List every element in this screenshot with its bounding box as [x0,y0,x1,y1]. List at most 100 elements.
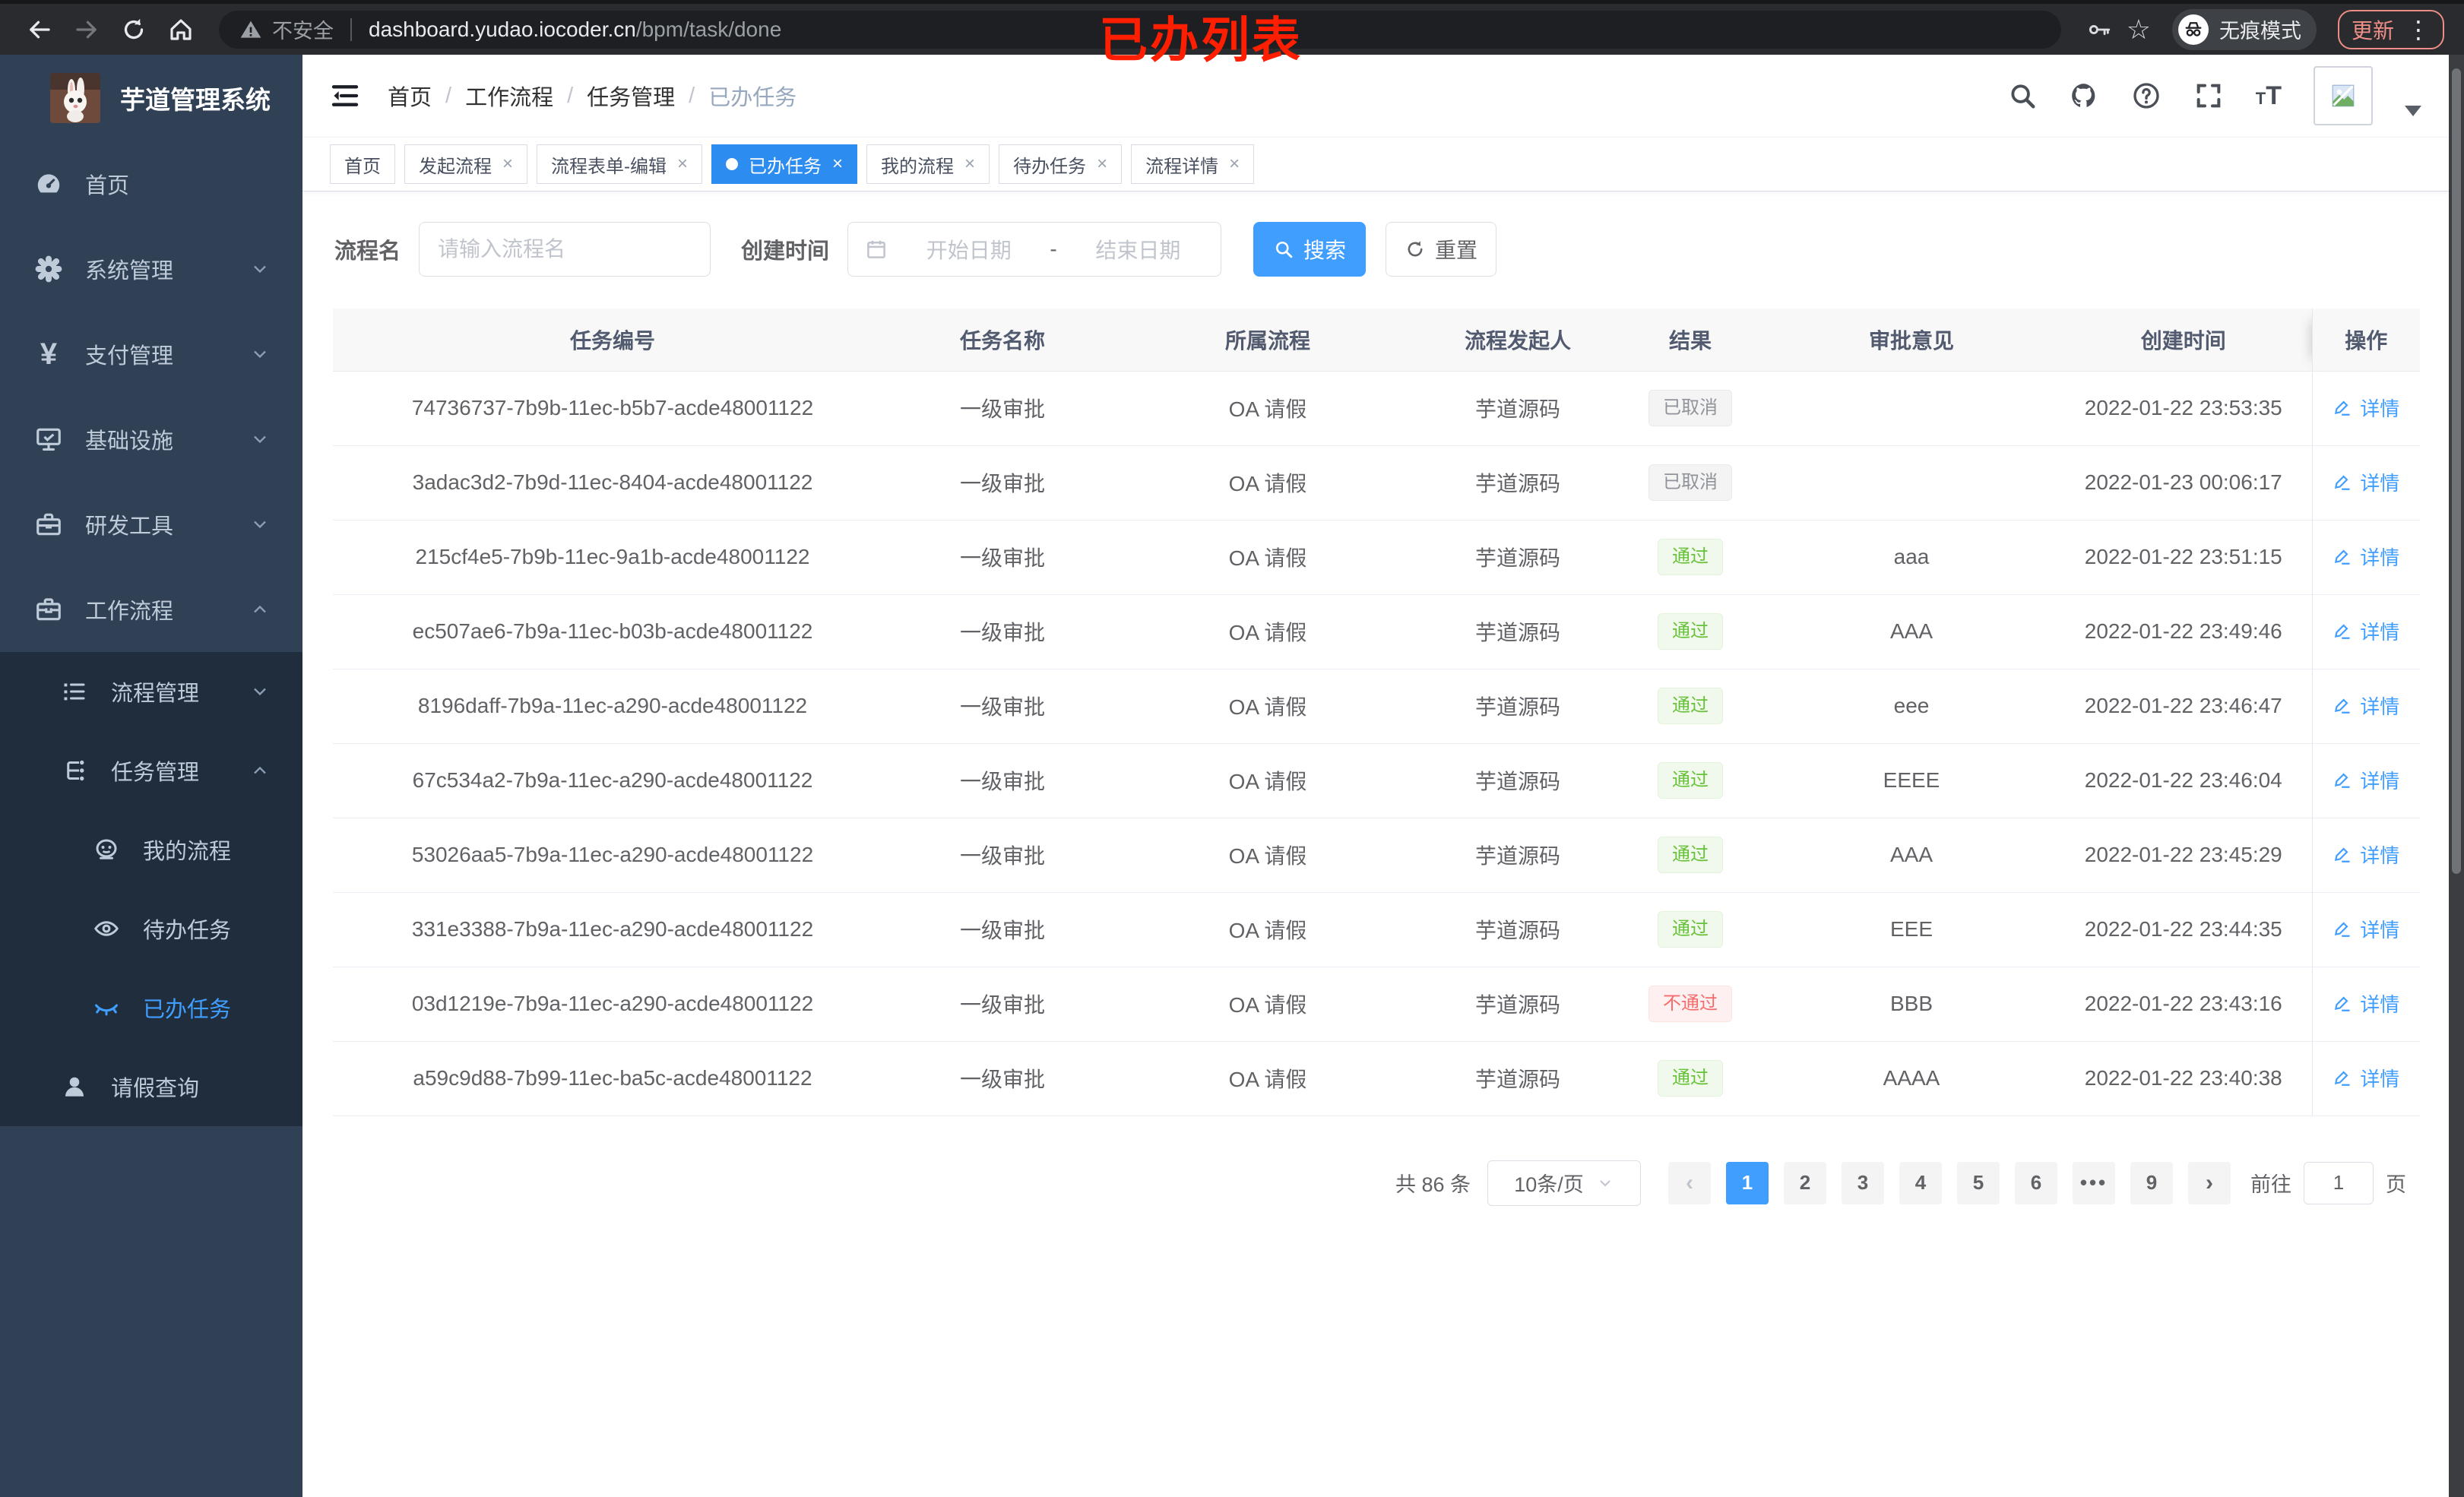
breadcrumb-separator: / [689,83,695,108]
start-date-placeholder[interactable]: 开始日期 [903,234,1034,264]
avatar[interactable] [2314,66,2373,125]
search-icon[interactable] [2008,81,2037,110]
password-key-icon[interactable] [2079,10,2119,49]
red-annotation: 已办列表 [1099,13,1303,68]
breadcrumb-item[interactable]: 首页 [388,80,432,112]
process-name-input[interactable] [419,222,711,277]
tab-todo-tasks[interactable]: 待办任务 × [999,144,1123,184]
more-pages-button[interactable]: ••• [2073,1161,2115,1204]
sidebar-item-dev-tools[interactable]: 研发工具 [0,482,302,567]
detail-link[interactable]: 详情 [2333,468,2399,496]
page-button-9[interactable]: 9 [2130,1161,2173,1204]
sidebar-item-todo-tasks[interactable]: 待办任务 [0,889,302,968]
page-button-5[interactable]: 5 [1957,1161,2000,1204]
close-icon[interactable]: × [1229,155,1240,173]
browser-reload-icon[interactable] [114,10,154,49]
close-icon[interactable]: × [964,155,975,173]
sidebar-item-done-tasks[interactable]: 已办任务 [0,968,302,1047]
tab-start-process[interactable]: 发起流程 × [404,144,528,184]
detail-link[interactable]: 详情 [2333,543,2399,571]
calendar-icon [865,238,888,261]
sidebar-item-workflow[interactable]: 工作流程 [0,567,302,652]
detail-link[interactable]: 详情 [2333,394,2399,422]
tab-form-edit[interactable]: 流程表单-编辑 × [537,144,703,184]
page-button-1[interactable]: 1 [1726,1161,1769,1204]
tab-home[interactable]: 首页 [330,144,395,184]
result-badge: 通过 [1658,538,1723,576]
close-icon[interactable]: × [832,155,843,173]
result-badge: 通过 [1658,1059,1723,1097]
breadcrumb-separator: / [567,83,574,108]
page-button-6[interactable]: 6 [2015,1161,2057,1204]
process-name-label: 流程名 [334,239,401,264]
detail-link[interactable]: 详情 [2333,617,2399,645]
close-icon[interactable]: × [502,155,513,173]
sidebar-item-label: 研发工具 [85,514,174,539]
main-area: 首页 / 工作流程 / 任务管理 / 已办任务 TT 首页 发起流程 × 流程表… [302,55,2449,1497]
sidebar-item-system[interactable]: 系统管理 [0,226,302,312]
detail-link[interactable]: 详情 [2333,915,2399,943]
table-row: 215cf4e5-7b9b-11ec-9a1b-acde48001122 一级审… [333,520,2420,595]
chevron-up-icon [243,760,277,781]
sidebar-item-infrastructure[interactable]: 基础设施 [0,397,302,482]
close-icon[interactable]: × [677,155,688,173]
bookmark-star-icon[interactable]: ☆ [2127,14,2151,46]
page-size-select[interactable]: 10条/页 [1487,1160,1641,1206]
incognito-icon [2177,14,2209,45]
detail-link[interactable]: 详情 [2333,766,2399,794]
browser-back-icon[interactable] [20,10,59,49]
fullscreen-icon[interactable] [2193,81,2224,111]
sidebar-item-task-mgmt[interactable]: 任务管理 [0,731,302,810]
tree-icon [58,757,91,784]
font-size-icon[interactable]: TT [2256,81,2282,111]
breadcrumb-item[interactable]: 任务管理 [587,80,675,112]
chevron-down-icon [243,258,277,280]
sidebar-item-process-mgmt[interactable]: 流程管理 [0,652,302,731]
help-icon[interactable] [2131,81,2162,111]
browser-menu-icon[interactable]: ⋮ [2406,17,2431,42]
table-row: 03d1219e-7b9a-11ec-a290-acde48001122 一级审… [333,967,2420,1042]
detail-link[interactable]: 详情 [2333,1064,2399,1092]
url-path: /bpm/task/done [635,17,782,41]
breadcrumb-current: 已办任务 [708,86,797,110]
sidebar-item-home[interactable]: 首页 [0,141,302,226]
security-label[interactable]: 不安全 [272,14,334,44]
breadcrumb: 首页 / 工作流程 / 任务管理 / 已办任务 [388,80,797,112]
col-result: 结果 [1613,309,1768,372]
prev-page-button[interactable]: ‹ [1668,1161,1711,1204]
end-date-placeholder[interactable]: 结束日期 [1072,234,1204,264]
page-button-3[interactable]: 3 [1842,1161,1884,1204]
result-badge: 通过 [1658,910,1723,948]
collapse-sidebar-icon[interactable] [330,81,360,111]
sidebar-item-payment[interactable]: ¥ 支付管理 [0,312,302,397]
sidebar-logo-row[interactable]: 芋道管理系统 [0,55,302,141]
browser-forward-icon[interactable] [67,10,106,49]
next-page-button[interactable]: › [2188,1161,2231,1204]
sidebar-item-label: 已办任务 [143,998,232,1022]
detail-link[interactable]: 详情 [2333,989,2399,1018]
reset-button[interactable]: 重置 [1386,222,1497,277]
detail-link[interactable]: 详情 [2333,692,2399,720]
github-icon[interactable] [2069,81,2099,111]
tab-process-detail[interactable]: 流程详情 × [1131,144,1255,184]
tab-done-tasks[interactable]: 已办任务 × [711,144,858,184]
search-button[interactable]: 搜索 [1253,222,1367,277]
update-button[interactable]: 更新 ⋮ [2337,9,2444,49]
detail-link[interactable]: 详情 [2333,840,2399,869]
page-button-4[interactable]: 4 [1899,1161,1942,1204]
browser-home-icon[interactable] [161,10,201,49]
sidebar-item-label: 支付管理 [85,344,174,369]
close-icon[interactable]: × [1097,155,1107,173]
page-button-2[interactable]: 2 [1784,1161,1826,1204]
scrollbar-thumb[interactable] [2452,68,2461,874]
date-range-picker[interactable]: 开始日期 - 结束日期 [847,222,1222,277]
gear-icon [32,255,65,283]
avatar-caret-icon[interactable] [2405,106,2421,116]
breadcrumb-item[interactable]: 工作流程 [465,80,553,112]
sidebar-item-my-process[interactable]: 我的流程 [0,810,302,889]
goto-page-input[interactable] [2304,1161,2374,1204]
sidebar-item-leave-query[interactable]: 请假查询 [0,1047,302,1126]
browser-scrollbar[interactable] [2449,55,2464,1497]
result-badge: 通过 [1658,761,1723,799]
tab-my-process[interactable]: 我的流程 × [866,144,990,184]
